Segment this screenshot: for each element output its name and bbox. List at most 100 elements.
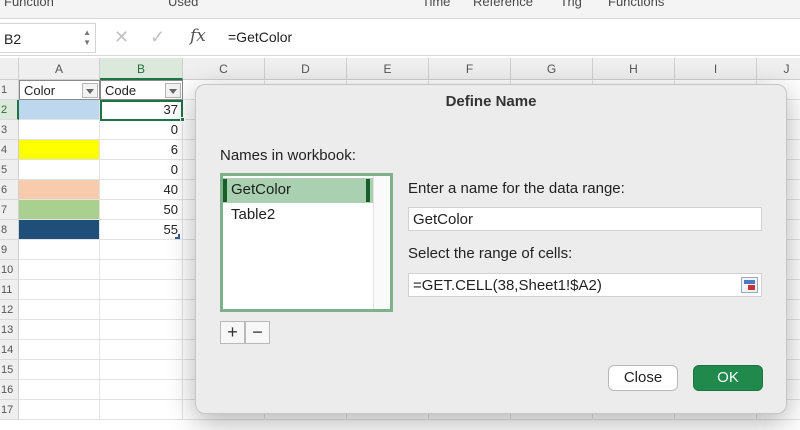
list-item-label: Table2 bbox=[231, 206, 276, 223]
cell-b4[interactable]: 6 bbox=[100, 140, 183, 160]
names-in-workbook-label: Names in workbook: bbox=[220, 147, 356, 164]
cell-a4[interactable] bbox=[19, 140, 100, 160]
cell-a10[interactable] bbox=[19, 260, 100, 280]
cell-b15[interactable] bbox=[100, 360, 183, 380]
row-header-8[interactable]: 8 bbox=[0, 220, 19, 240]
row-header-3[interactable]: 3 bbox=[0, 120, 19, 140]
row-header-11[interactable]: 11 bbox=[0, 280, 19, 300]
cell-b17[interactable] bbox=[100, 400, 183, 420]
cell-a15[interactable] bbox=[19, 360, 100, 380]
cell-b5[interactable]: 0 bbox=[100, 160, 183, 180]
row-header-7[interactable]: 7 bbox=[0, 200, 19, 220]
cell-b10[interactable] bbox=[100, 260, 183, 280]
column-header-a[interactable]: A bbox=[19, 58, 100, 80]
cell-b13[interactable] bbox=[100, 320, 183, 340]
select-all-corner[interactable] bbox=[0, 58, 19, 80]
ribbon-item-function[interactable]: Function bbox=[4, 0, 54, 9]
add-name-button[interactable]: + bbox=[220, 321, 245, 344]
name-box[interactable]: B2 ▲ ▼ bbox=[0, 23, 96, 53]
ok-button[interactable]: OK bbox=[693, 365, 763, 391]
row-header-1[interactable]: 1 bbox=[0, 80, 19, 100]
cell-a16[interactable] bbox=[19, 380, 100, 400]
row-header-13[interactable]: 13 bbox=[0, 320, 19, 340]
cell-b16[interactable] bbox=[100, 380, 183, 400]
header-label-color: Color bbox=[24, 83, 56, 98]
row-header-10[interactable]: 10 bbox=[0, 260, 19, 280]
cell-a13[interactable] bbox=[19, 320, 100, 340]
cell-a8[interactable] bbox=[19, 220, 100, 240]
fill-handle[interactable] bbox=[180, 117, 185, 122]
name-field[interactable]: GetColor bbox=[408, 207, 762, 231]
ribbon-item-used[interactable]: Used bbox=[168, 0, 198, 9]
cell-a14[interactable] bbox=[19, 340, 100, 360]
column-header-f[interactable]: F bbox=[429, 58, 511, 80]
cell-a7[interactable] bbox=[19, 200, 100, 220]
cell-a5[interactable] bbox=[19, 160, 100, 180]
filter-dropdown-icon[interactable] bbox=[82, 83, 98, 98]
cell-a2[interactable] bbox=[19, 100, 100, 120]
cell-b12[interactable] bbox=[100, 300, 183, 320]
filter-dropdown-icon[interactable] bbox=[165, 83, 181, 98]
column-header-d[interactable]: D bbox=[265, 58, 347, 80]
range-field[interactable]: =GET.CELL(38,Sheet1!$A2) bbox=[408, 273, 762, 297]
column-header-b[interactable]: B bbox=[100, 58, 183, 80]
cell-a3[interactable] bbox=[19, 120, 100, 140]
cell-b7[interactable]: 50 bbox=[100, 200, 183, 220]
column-header-g[interactable]: G bbox=[511, 58, 593, 80]
row-header-12[interactable]: 12 bbox=[0, 300, 19, 320]
list-item-table2[interactable]: Table2 bbox=[223, 203, 373, 228]
cell-b2[interactable]: 37 bbox=[100, 100, 183, 120]
row-header-2[interactable]: 2 bbox=[0, 100, 19, 120]
row-header-5[interactable]: 5 bbox=[0, 160, 19, 180]
cell-b14[interactable] bbox=[100, 340, 183, 360]
row-header-17[interactable]: 17 bbox=[0, 400, 19, 420]
cell-b6[interactable]: 40 bbox=[100, 180, 183, 200]
row-header-14[interactable]: 14 bbox=[0, 340, 19, 360]
column-header-j[interactable]: J bbox=[757, 58, 800, 80]
ribbon-item-time[interactable]: Time bbox=[422, 0, 450, 9]
ribbon-item-trig[interactable]: Trig bbox=[560, 0, 582, 9]
row-header-15[interactable]: 15 bbox=[0, 360, 19, 380]
cell-b1[interactable]: Code bbox=[100, 80, 183, 100]
list-item-getcolor[interactable]: GetColor bbox=[223, 178, 373, 203]
selection-marker-right bbox=[366, 179, 370, 202]
name-box-value[interactable]: B2 bbox=[4, 31, 21, 47]
cell-a11[interactable] bbox=[19, 280, 100, 300]
cell-a12[interactable] bbox=[19, 300, 100, 320]
ribbon-item-reference[interactable]: Reference bbox=[473, 0, 533, 9]
cell-a1[interactable]: Color bbox=[19, 80, 100, 100]
enter-icon[interactable]: ✓ bbox=[150, 27, 165, 48]
range-prompt-label: Select the range of cells: bbox=[408, 245, 573, 262]
cell-b9[interactable] bbox=[100, 240, 183, 260]
row-header-9[interactable]: 9 bbox=[0, 240, 19, 260]
name-field-value[interactable]: GetColor bbox=[413, 211, 473, 228]
cell-b11[interactable] bbox=[100, 280, 183, 300]
collapse-dialog-icon[interactable] bbox=[741, 277, 758, 293]
cancel-icon[interactable]: ✕ bbox=[114, 27, 129, 48]
cell-a9[interactable] bbox=[19, 240, 100, 260]
fx-icon[interactable]: fx bbox=[190, 26, 206, 46]
cell-b3[interactable]: 0 bbox=[100, 120, 183, 140]
range-field-value[interactable]: =GET.CELL(38,Sheet1!$A2) bbox=[413, 277, 602, 294]
define-name-dialog: Define Name Names in workbook: GetColor … bbox=[195, 84, 787, 414]
column-header-e[interactable]: E bbox=[347, 58, 429, 80]
table-resize-handle[interactable] bbox=[175, 234, 180, 239]
formula-bar: B2 ▲ ▼ ✕ ✓ fx =GetColor bbox=[0, 18, 800, 56]
name-box-stepper-icon[interactable]: ▲ ▼ bbox=[83, 28, 91, 48]
column-header-i[interactable]: I bbox=[675, 58, 757, 80]
cell-b8[interactable]: 55 bbox=[100, 220, 183, 240]
row-header-4[interactable]: 4 bbox=[0, 140, 19, 160]
remove-name-button[interactable]: − bbox=[245, 321, 270, 344]
row-header-16[interactable]: 16 bbox=[0, 380, 19, 400]
row-header-6[interactable]: 6 bbox=[0, 180, 19, 200]
close-button[interactable]: Close bbox=[608, 365, 678, 391]
names-listbox[interactable]: GetColor Table2 bbox=[220, 173, 393, 312]
dialog-title: Define Name bbox=[445, 93, 537, 110]
column-header-h[interactable]: H bbox=[593, 58, 675, 80]
cell-a17[interactable] bbox=[19, 400, 100, 420]
cell-a6[interactable] bbox=[19, 180, 100, 200]
listbox-scrollbar[interactable] bbox=[373, 176, 390, 309]
formula-input[interactable]: =GetColor bbox=[228, 29, 292, 45]
column-header-c[interactable]: C bbox=[183, 58, 265, 80]
ribbon-item-functions[interactable]: Functions bbox=[608, 0, 664, 9]
